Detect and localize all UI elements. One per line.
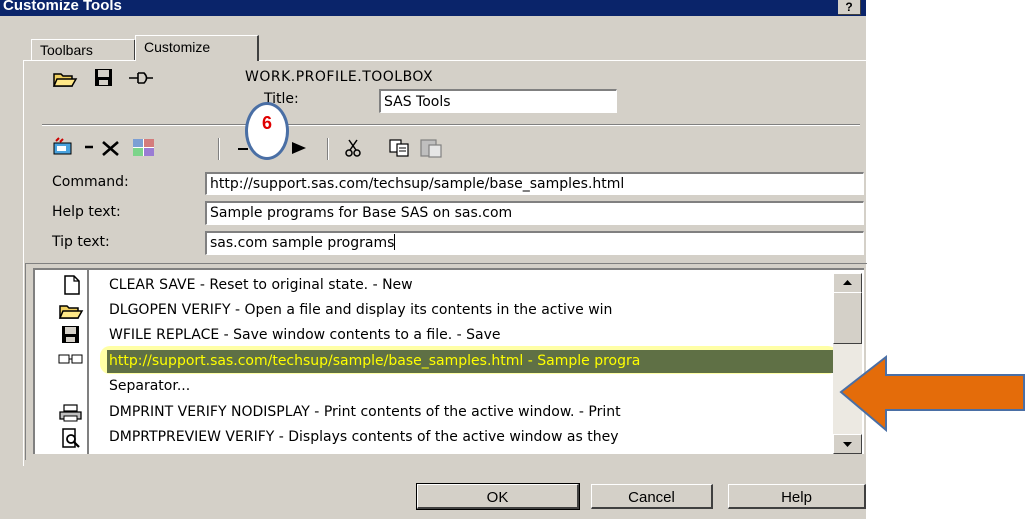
- ok-button[interactable]: OK: [416, 483, 580, 510]
- arrow-up-icon: [843, 280, 852, 285]
- icon-grid-icon[interactable]: [132, 138, 156, 158]
- tip-text-label: Tip text:: [52, 234, 110, 250]
- tip-text-value: sas.com sample programs: [210, 235, 395, 251]
- cut-icon[interactable]: [344, 138, 362, 158]
- toolbar-divider: [218, 138, 220, 160]
- scroll-thumb[interactable]: [833, 292, 862, 344]
- separator-line: [42, 124, 860, 126]
- list-item-text: WFILE REPLACE - Save window contents to …: [109, 327, 501, 343]
- list-item-text: DLGOPEN VERIFY - Open a file and display…: [109, 302, 613, 318]
- paste-icon[interactable]: [420, 137, 444, 159]
- tab-toolbars[interactable]: Toolbars: [31, 39, 136, 61]
- list-item-text: DMPRINT VERIFY NODISPLAY - Print content…: [109, 404, 621, 420]
- list-item-text: CLEAR SAVE - Reset to original state. - …: [109, 277, 413, 293]
- link-icon: [58, 354, 83, 364]
- tip-text-input[interactable]: sas.com sample programs: [205, 231, 864, 255]
- title-input[interactable]: SAS Tools: [379, 89, 617, 113]
- list-item[interactable]: DMPRINT VERIFY NODISPLAY - Print content…: [89, 401, 831, 424]
- save-disk-icon[interactable]: [94, 68, 114, 88]
- text-cursor: [394, 234, 396, 250]
- customize-tools-dialog: Customize Tools ? Toolbars Customize WOR…: [0, 0, 867, 519]
- save-disk-icon: [62, 326, 79, 343]
- list-item[interactable]: CLEAR SAVE - Reset to original state. - …: [89, 274, 831, 297]
- step-number: 6: [261, 113, 272, 133]
- toolbar-divider-2: [327, 138, 329, 160]
- delete-icon[interactable]: [100, 138, 122, 158]
- step-callout: 6: [245, 102, 289, 160]
- list-item[interactable]: DLGOPEN VERIFY - Open a file and display…: [89, 299, 831, 322]
- move-down-icon[interactable]: [290, 138, 308, 158]
- cancel-button[interactable]: Cancel: [591, 484, 713, 509]
- open-folder-icon: [58, 305, 84, 319]
- print-preview-icon: [62, 428, 80, 448]
- list-item[interactable]: Separator...: [89, 375, 831, 398]
- list-item-text: Separator...: [109, 378, 191, 394]
- dropdown-arrow-icon[interactable]: [83, 143, 95, 151]
- tab-customize[interactable]: Customize: [135, 35, 259, 61]
- add-tool-icon[interactable]: [51, 137, 77, 157]
- help-text-input[interactable]: Sample programs for Base SAS on sas.com: [205, 201, 864, 225]
- window-title: Customize Tools: [3, 0, 122, 14]
- list-item-text: DMPRTPREVIEW VERIFY - Displays contents …: [109, 429, 619, 445]
- help-title-button[interactable]: ?: [838, 0, 861, 15]
- new-page-icon: [64, 275, 80, 295]
- command-input[interactable]: http://support.sas.com/techsup/sample/ba…: [205, 172, 864, 195]
- list-item[interactable]: WFILE REPLACE - Save window contents to …: [89, 324, 831, 347]
- command-label: Command:: [52, 174, 129, 190]
- open-folder-icon[interactable]: [52, 68, 78, 88]
- title-bar: Customize Tools ?: [0, 0, 866, 16]
- help-button[interactable]: Help: [728, 484, 866, 509]
- copy-icon[interactable]: [389, 138, 411, 158]
- toolbox-path: WORK.PROFILE.TOOLBOX: [245, 69, 434, 85]
- help-text-label: Help text:: [52, 204, 121, 220]
- printer-icon: [59, 404, 82, 422]
- plug-icon[interactable]: [128, 69, 154, 87]
- scroll-up-button[interactable]: [833, 273, 862, 293]
- orange-arrow-icon: [839, 354, 1025, 433]
- list-item[interactable]: DMPRTPREVIEW VERIFY - Displays contents …: [89, 426, 831, 449]
- highlight-marker: [100, 346, 838, 374]
